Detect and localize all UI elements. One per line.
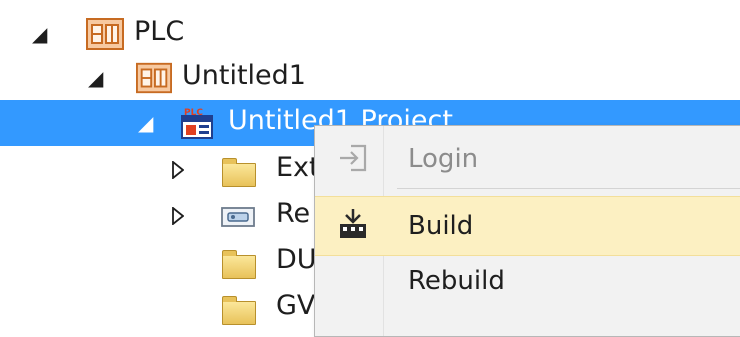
menu-item-label: Rebuild (408, 266, 505, 296)
folder-icon (221, 296, 256, 325)
menu-item-label: Build (408, 211, 474, 241)
folder-icon (221, 158, 256, 187)
tree-item-label: DU (276, 244, 317, 275)
plc-icon (136, 62, 172, 98)
plc-project-icon: PLC (180, 106, 216, 144)
menu-separator (397, 188, 740, 189)
references-icon (220, 204, 256, 234)
tree-item-label: Untitled1 (182, 60, 306, 91)
context-menu: Login Build Rebuild (314, 125, 740, 337)
collapse-arrow-icon[interactable]: ◢ (32, 24, 47, 44)
plc-icon (86, 18, 124, 54)
tree-item-label: GV (276, 290, 316, 321)
menu-item-login[interactable]: Login (315, 130, 740, 188)
collapse-arrow-icon[interactable]: ◢ (88, 68, 103, 88)
tree-item-label: PLC (134, 16, 185, 47)
tree-item-plc[interactable]: ◢ PLC (0, 12, 740, 56)
collapse-arrow-icon[interactable]: ◢ (138, 113, 153, 133)
menu-item-label: Login (408, 144, 479, 174)
tree-item-label: Re (276, 198, 311, 229)
tree-item-untitled1[interactable]: ◢ Untitled1 (0, 56, 740, 100)
build-icon (337, 207, 369, 245)
expand-arrow-icon[interactable] (172, 207, 184, 225)
menu-item-build[interactable]: Build (315, 196, 740, 256)
folder-icon (221, 250, 256, 279)
menu-item-rebuild[interactable]: Rebuild (315, 252, 740, 310)
login-icon (337, 143, 369, 177)
svg-text:PLC: PLC (184, 108, 203, 118)
expand-arrow-icon[interactable] (172, 161, 184, 179)
